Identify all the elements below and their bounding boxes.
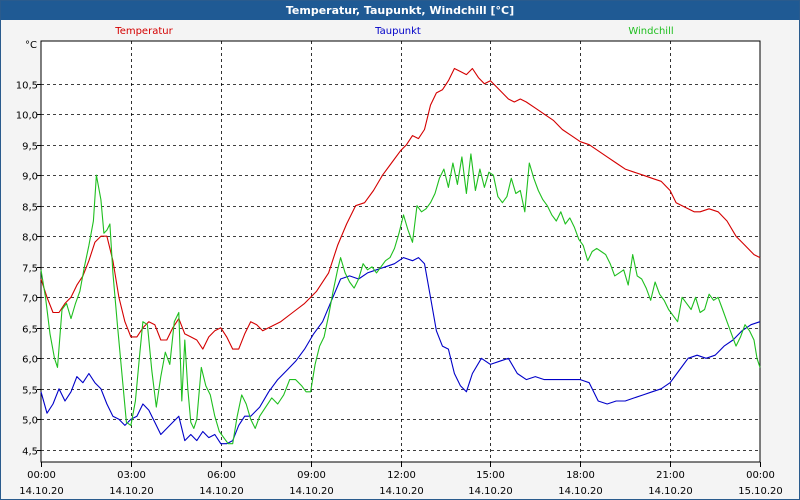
chart-window: Temperatur, Taupunkt, Windchill [°C] 4,5… <box>0 0 800 500</box>
x-tick-time: 12:00 <box>387 470 416 481</box>
x-tick-date: 14.10.20 <box>199 486 244 497</box>
y-tick-label: 9,0 <box>22 172 38 183</box>
y-tick-label: 9,5 <box>22 142 38 153</box>
x-tick-date: 14.10.20 <box>558 486 603 497</box>
plot-area <box>40 40 761 463</box>
y-tick-label: 10,5 <box>16 81 38 92</box>
x-tick-date: 14.10.20 <box>289 486 334 497</box>
x-tick-date: 14.10.20 <box>468 486 513 497</box>
x-tick-time: 00:00 <box>27 470 56 481</box>
y-tick-label: 4,5 <box>22 447 38 458</box>
y-tick-label: 10,0 <box>16 111 38 122</box>
y-tick-label: 7,5 <box>22 264 38 275</box>
x-tick-time: 09:00 <box>297 470 326 481</box>
y-tick-label: 5,5 <box>22 386 38 397</box>
x-tick-time: 18:00 <box>566 470 595 481</box>
x-tick-date: 14.10.20 <box>109 486 154 497</box>
x-tick-time: 21:00 <box>656 470 685 481</box>
x-tick-time: 15:00 <box>476 470 505 481</box>
x-tick-time: 06:00 <box>207 470 236 481</box>
y-tick-label: 7,0 <box>22 294 38 305</box>
y-tick-label: 6,0 <box>22 355 38 366</box>
y-axis-label: °C <box>25 40 37 51</box>
x-tick-date: 14.10.20 <box>379 486 424 497</box>
x-tick-time: 00:00 <box>746 470 775 481</box>
legend-windchill: Windchill <box>628 26 673 37</box>
y-tick-label: 6,5 <box>22 325 38 336</box>
x-tick-time: 03:00 <box>117 470 146 481</box>
y-tick-label: 8,0 <box>22 233 38 244</box>
line-chart: 4,5 5,0 5,5 6,0 6,5 7,0 7,5 8,0 8,5 9,0 9,5 10,0 10,… <box>16 26 783 497</box>
y-tick-label: 5,0 <box>22 416 38 427</box>
x-tick-date: 14.10.20 <box>648 486 693 497</box>
y-tick-label: 8,5 <box>22 203 38 214</box>
legend-taupunkt: Taupunkt <box>374 26 421 37</box>
legend-temperatur: Temperatur <box>114 26 173 37</box>
x-tick-date: 15.10.20 <box>738 486 783 497</box>
x-tick-date: 14.10.20 <box>19 486 64 497</box>
